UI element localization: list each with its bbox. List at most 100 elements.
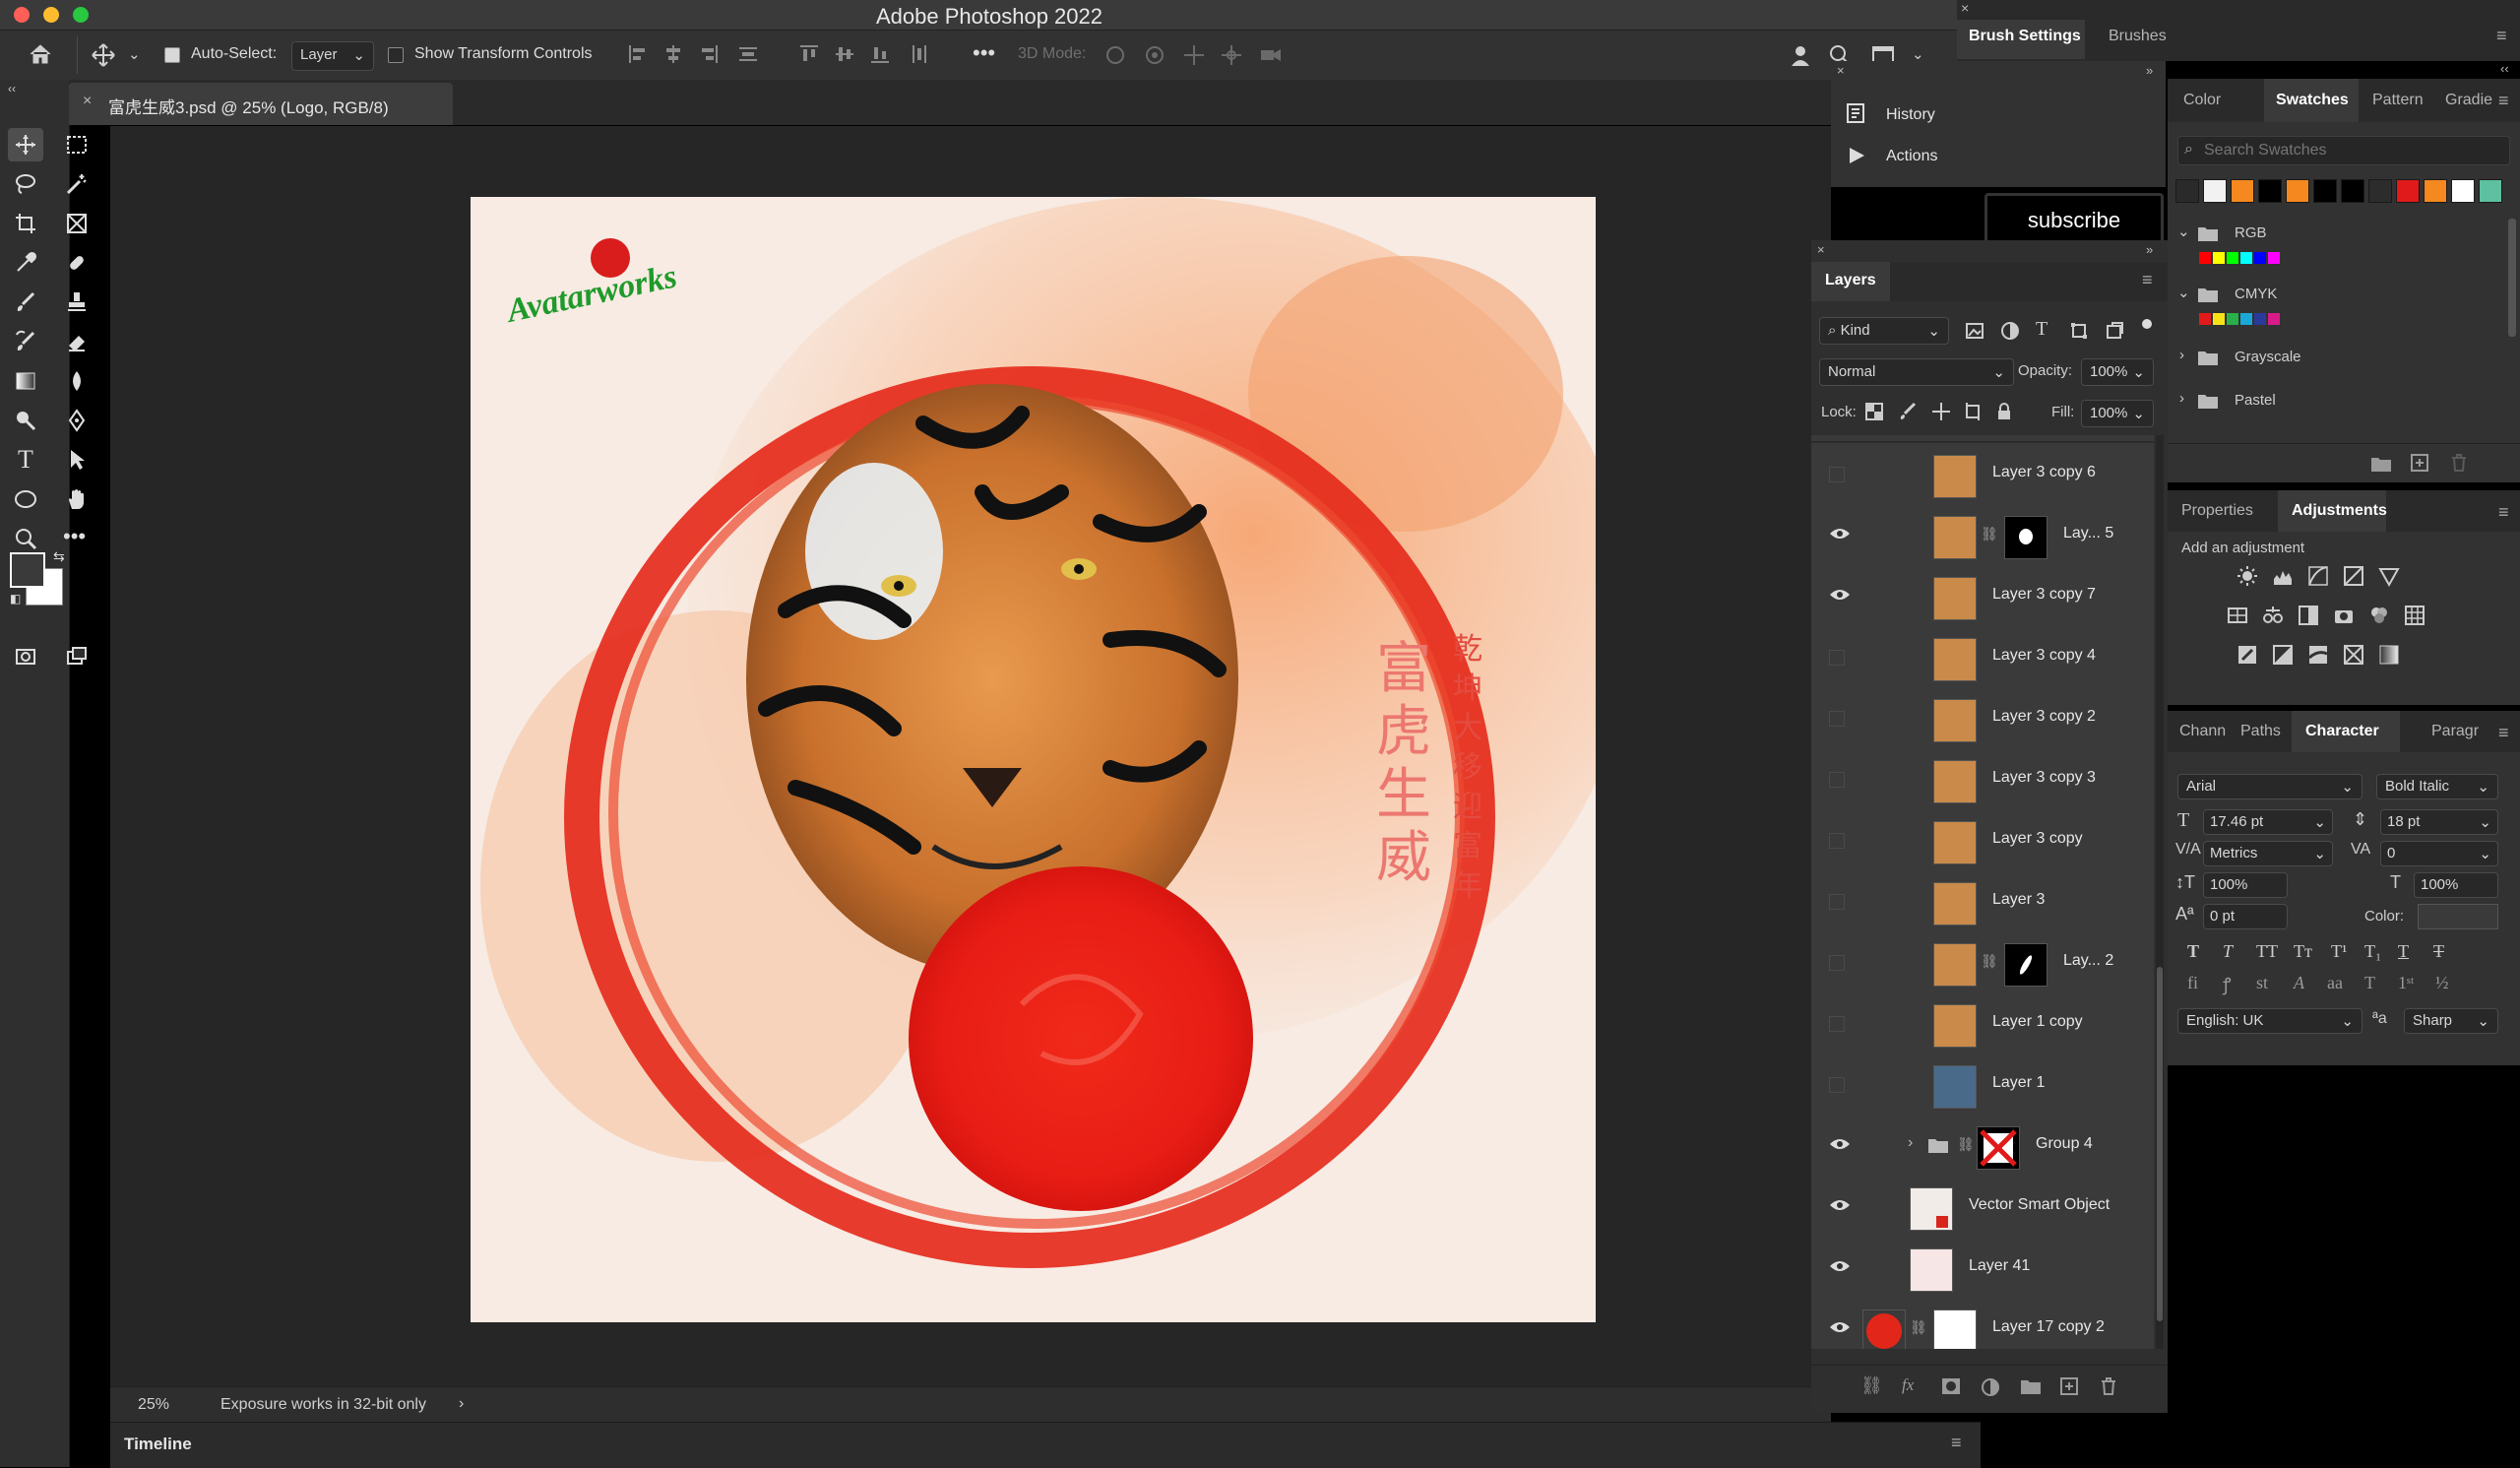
hue-saturation-icon[interactable] — [2227, 605, 2248, 626]
delete-layer-icon[interactable] — [2099, 1376, 2118, 1396]
font-family-dropdown[interactable]: Arial ⌄ — [2177, 774, 2362, 799]
marquee-tool-icon[interactable] — [65, 133, 89, 157]
tab-character[interactable]: Character — [2305, 723, 2379, 740]
faux-bold-icon[interactable]: T — [2187, 941, 2199, 962]
adjustment-layer-icon[interactable] — [1981, 1377, 2000, 1397]
type-tool-icon[interactable]: T — [18, 445, 33, 475]
eye-icon[interactable] — [1829, 1319, 1850, 1335]
lock-image-icon[interactable] — [1898, 402, 1918, 421]
swatch[interactable] — [2479, 179, 2502, 203]
new-group-icon[interactable] — [2020, 1377, 2042, 1395]
layer-row[interactable]: Layer 3 copy 7 — [1811, 565, 2154, 627]
kind-filter-dropdown[interactable]: ⌕ Kind ⌄ — [1819, 317, 1949, 345]
brightness-icon[interactable] — [2236, 565, 2258, 587]
swash-icon[interactable]: A — [2294, 973, 2304, 993]
layer-row[interactable]: Layer 3 copy 6 — [1811, 443, 2154, 505]
align-right-icon[interactable] — [697, 42, 721, 66]
foreground-color-swatch[interactable] — [10, 552, 45, 588]
timeline-tab[interactable]: Timeline — [124, 1435, 192, 1454]
small-caps-icon[interactable]: Tт — [2294, 941, 2312, 962]
chevron-down-icon[interactable]: ⌄ — [2177, 223, 2190, 240]
tab-gradients[interactable]: Gradie — [2445, 92, 2492, 109]
visibility-toggle[interactable] — [1829, 1016, 1845, 1032]
channel-mixer-icon[interactable] — [2368, 605, 2390, 626]
curves-icon[interactable] — [2307, 565, 2329, 587]
vertical-scale-input[interactable]: 100% — [2203, 872, 2288, 898]
eye-icon[interactable] — [1829, 587, 1850, 603]
shape-filter-icon[interactable] — [2069, 321, 2089, 341]
link-layers-icon[interactable]: ⛓ — [1860, 1375, 1883, 1396]
layer-row[interactable]: › ⛓ Group 4 — [1811, 1115, 2154, 1177]
chevron-down-icon[interactable]: ⌄ — [128, 45, 141, 63]
layer-row[interactable]: Layer 3 copy 4 — [1811, 626, 2154, 688]
layer-row[interactable]: Layer 41 — [1811, 1237, 2154, 1299]
move-tool-icon[interactable] — [14, 133, 37, 157]
panel-menu-icon[interactable]: ≡ — [2498, 502, 2509, 523]
stylistic-alternates-icon[interactable]: aa — [2327, 973, 2343, 993]
layer-row[interactable]: Layer 3 copy 3 — [1811, 748, 2154, 810]
eye-icon[interactable] — [1829, 1136, 1850, 1152]
layer-row[interactable]: ⛓ Lay... 2 — [1811, 931, 2154, 993]
underline-icon[interactable]: T — [2398, 941, 2409, 962]
eye-icon[interactable] — [1829, 526, 1850, 542]
panel-menu-icon[interactable]: ≡ — [2142, 270, 2153, 290]
tab-channels[interactable]: Chann — [2179, 723, 2226, 740]
move-tool-icon[interactable] — [91, 42, 116, 68]
smart-object-filter-icon[interactable] — [2105, 321, 2124, 341]
leading-input[interactable]: 18 pt ⌄ — [2380, 809, 2498, 835]
fractions-icon[interactable]: ½ — [2435, 973, 2449, 993]
history-brush-icon[interactable] — [14, 330, 37, 353]
hand-tool-icon[interactable] — [65, 487, 89, 511]
default-colors-icon[interactable]: ◧ — [10, 592, 21, 606]
layer-mask-thumbnail[interactable] — [1933, 1309, 1977, 1349]
swap-colors-icon[interactable]: ⇆ — [53, 548, 65, 565]
share-icon[interactable] — [1788, 42, 1813, 68]
color-balance-icon[interactable] — [2262, 605, 2284, 626]
swatch[interactable] — [2368, 179, 2392, 203]
discretionary-icon[interactable]: st — [2256, 973, 2268, 993]
layer-mask-thumbnail[interactable] — [2004, 516, 2048, 559]
faux-italic-icon[interactable]: T — [2223, 941, 2233, 962]
swatch[interactable] — [2396, 179, 2420, 203]
lasso-tool-icon[interactable] — [14, 172, 37, 196]
language-dropdown[interactable]: English: UK ⌄ — [2177, 1008, 2362, 1034]
layer-row[interactable] — [1811, 435, 2154, 442]
tab-paths[interactable]: Paths — [2240, 723, 2281, 740]
more-options-icon[interactable]: ••• — [973, 40, 995, 66]
blur-tool-icon[interactable] — [65, 369, 89, 393]
visibility-toggle[interactable] — [1829, 711, 1845, 727]
tab-swatches[interactable]: Swatches — [2276, 92, 2349, 109]
tracking-input[interactable]: 0 ⌄ — [2380, 841, 2498, 866]
scrollbar-thumb[interactable] — [2157, 967, 2163, 1321]
show-transform-checkbox[interactable] — [388, 47, 404, 63]
chevron-right-icon[interactable]: › — [1908, 1134, 1913, 1152]
swatch-search[interactable]: ⌕ — [2177, 136, 2510, 165]
link-icon[interactable]: ⛓ — [1957, 1136, 1975, 1153]
tab-brush-settings[interactable]: Brush Settings — [1969, 28, 2081, 45]
text-color-swatch[interactable] — [2418, 904, 2498, 929]
3d-slide-icon[interactable] — [1219, 42, 1244, 68]
layer-row[interactable]: Layer 1 — [1811, 1053, 2154, 1116]
visibility-toggle[interactable] — [1829, 467, 1845, 482]
swatch-scrollbar[interactable] — [2508, 219, 2516, 337]
distribute-icon[interactable] — [736, 42, 760, 66]
tab-patterns[interactable]: Pattern — [2372, 92, 2424, 109]
eraser-tool-icon[interactable] — [65, 330, 89, 353]
panel-menu-icon[interactable]: ≡ — [2496, 26, 2507, 46]
panel-menu-icon[interactable]: ≡ — [1951, 1433, 1962, 1453]
selective-color-icon[interactable] — [2343, 644, 2364, 666]
swatch[interactable] — [2175, 179, 2199, 203]
baseline-shift-input[interactable]: 0 pt — [2203, 904, 2288, 929]
filter-toggle[interactable] — [2142, 319, 2152, 329]
swatch[interactable] — [2451, 179, 2475, 203]
new-layer-icon[interactable] — [2059, 1376, 2079, 1396]
layer-mask-thumbnail[interactable] — [2004, 943, 2048, 987]
lock-artboard-icon[interactable] — [1963, 402, 1983, 421]
subscript-icon[interactable]: T₁ — [2364, 941, 2381, 962]
collapse-icon[interactable]: » — [2146, 242, 2153, 257]
pixel-filter-icon[interactable] — [1965, 321, 1984, 341]
levels-icon[interactable] — [2272, 565, 2294, 587]
posterize-icon[interactable] — [2272, 644, 2294, 666]
chevron-down-icon[interactable]: ⌄ — [2177, 284, 2190, 301]
zoom-tool-icon[interactable] — [14, 527, 37, 550]
